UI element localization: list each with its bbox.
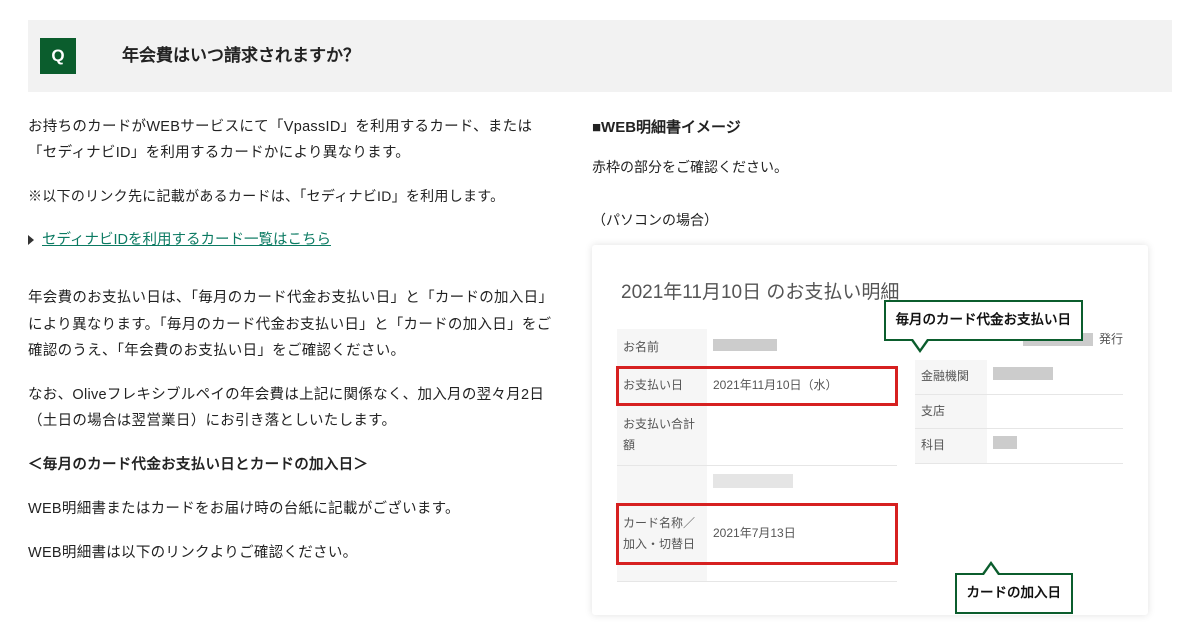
olive-paragraph: なお、Oliveフレキシブルペイの年会費は上記に関係なく、加入月の翌々月2日（土… xyxy=(28,382,558,434)
image-heading: ■WEB明細書イメージ xyxy=(592,114,1148,141)
link-lead-paragraph: WEB明細書は以下のリンクよりご確認ください。 xyxy=(28,540,558,566)
label-card-join: カード名称／ 加入・切替日 xyxy=(617,504,707,564)
label-pay-date: お支払い日 xyxy=(617,367,707,406)
bank-table: 金融機関 支店 科目 xyxy=(915,360,1123,464)
content-columns: お持ちのカードがWEBサービスにて「VpassID」を利用するカード、または「セ… xyxy=(0,92,1200,615)
statement-left-fields: お名前 お支払い日 2021年11月10日（水） お支払い合計額 xyxy=(617,329,897,582)
label-name: お名前 xyxy=(617,329,707,367)
label-bank: 金融機関 xyxy=(915,360,987,394)
callout-bottom-label: カードの加入日 xyxy=(967,585,1062,600)
question-title: 年会費はいつ請求されますか？ xyxy=(122,41,360,72)
value-card-join: 2021年7月13日 xyxy=(707,504,897,564)
red-frame-note: 赤枠の部分をご確認ください。 xyxy=(592,155,1148,180)
row-total: お支払い合計額 xyxy=(617,405,897,465)
issue-label: 発行 xyxy=(1099,329,1123,351)
value-pay-date: 2021年11月10日（水） xyxy=(707,367,897,406)
row-bank: 金融機関 xyxy=(915,360,1123,394)
note-line: ※以下のリンク先に記載があるカードは、「セディナビID」を利用します。 xyxy=(28,184,558,209)
intro-paragraph: お持ちのカードがWEBサービスにて「VpassID」を利用するカード、または「セ… xyxy=(28,114,558,166)
row-branch: 支店 xyxy=(915,394,1123,429)
paper-paragraph: WEB明細書またはカードをお届け時の台紙に記載がございます。 xyxy=(28,496,558,522)
triangle-icon xyxy=(28,235,34,245)
callout-monthly-pay-date: 毎月のカード代金お支払い日 xyxy=(884,300,1084,340)
statement-field-table: お名前 お支払い日 2021年11月10日（水） お支払い合計額 xyxy=(617,329,897,582)
row-trailing xyxy=(617,564,897,581)
label-total: お支払い合計額 xyxy=(617,405,707,465)
cedyna-link-row: セディナビIDを利用するカード一覧はこちら xyxy=(28,227,558,253)
row-name: お名前 xyxy=(617,329,897,367)
q-badge: Q xyxy=(40,38,76,74)
section-heading: ＜毎月のカード代金お支払い日とカードの加入日＞ xyxy=(28,452,558,478)
row-card-join: カード名称／ 加入・切替日 2021年7月13日 xyxy=(617,504,897,564)
pc-label: （パソコンの場合） xyxy=(592,208,1148,233)
label-item: 科目 xyxy=(915,429,987,464)
callout-join-date: カードの加入日 xyxy=(955,573,1074,613)
question-bar: Q 年会費はいつ請求されますか？ xyxy=(28,20,1172,92)
row-pay-date: お支払い日 2021年11月10日（水） xyxy=(617,367,897,406)
callout-top-label: 毎月のカード代金お支払い日 xyxy=(896,312,1072,327)
cedyna-link[interactable]: セディナビIDを利用するカード一覧はこちら xyxy=(42,227,331,253)
explain-paragraph: 年会費のお支払い日は、「毎月のカード代金お支払い日」と「カードの加入日」により異… xyxy=(28,285,558,363)
row-item: 科目 xyxy=(915,429,1123,464)
row-blank xyxy=(617,465,897,504)
statement-right-fields: 発行 金融機関 支店 科目 xyxy=(897,329,1123,582)
right-column: ■WEB明細書イメージ 赤枠の部分をご確認ください。 （パソコンの場合） 202… xyxy=(588,114,1148,615)
statement-mock: 2021年11月10日 のお支払い明細 毎月のカード代金お支払い日 カードの加入… xyxy=(592,245,1148,614)
left-column: お持ちのカードがWEBサービスにて「VpassID」を利用するカード、または「セ… xyxy=(28,114,588,615)
label-branch: 支店 xyxy=(915,394,987,429)
